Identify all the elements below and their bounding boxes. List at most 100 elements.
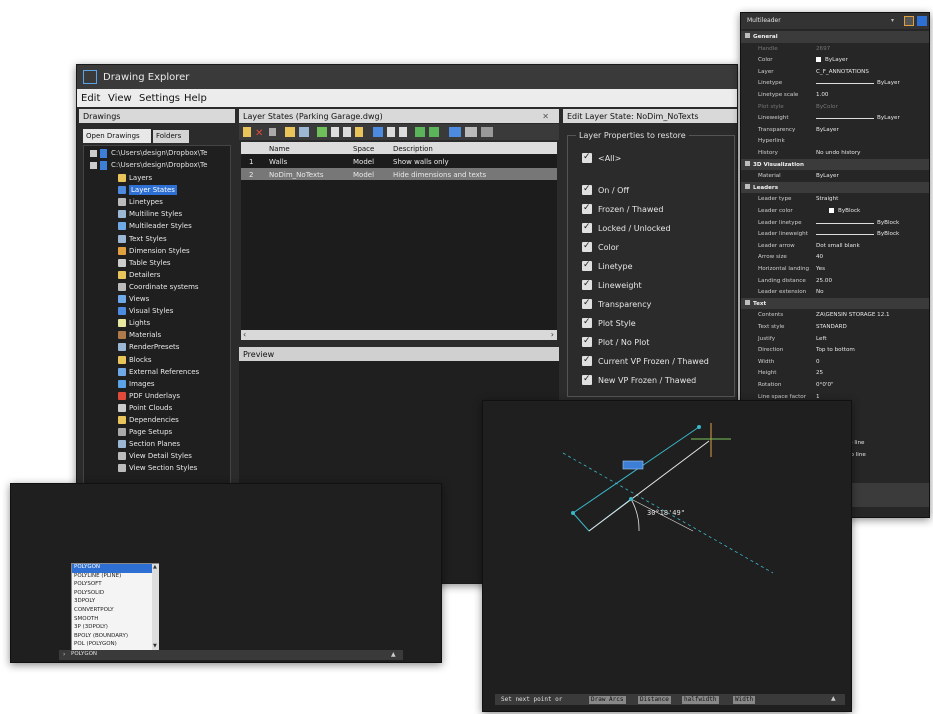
autocomplete-item[interactable]: POLYSOFT: [72, 581, 152, 590]
property-row[interactable]: Justify Left: [741, 333, 929, 345]
property-row[interactable]: Color ByLayer: [741, 54, 929, 66]
property-value[interactable]: 25: [816, 370, 823, 376]
property-value[interactable]: Straight: [816, 196, 838, 202]
col-description-header[interactable]: Description: [393, 145, 433, 153]
property-value[interactable]: ByLayer: [877, 80, 900, 86]
checkbox-box[interactable]: [582, 184, 592, 195]
property-value[interactable]: ByLayer: [816, 173, 839, 179]
scroll-up-icon[interactable]: ▲: [153, 564, 157, 570]
property-row[interactable]: Lineweight ByLayer: [741, 112, 929, 124]
property-value[interactable]: 1: [816, 394, 820, 400]
scroll-down-icon[interactable]: ▼: [153, 643, 157, 649]
autocomplete-item[interactable]: POLYLINE (PLINE): [72, 573, 152, 582]
option-draw-arcs[interactable]: Draw Arcs: [589, 696, 626, 704]
autocomplete-item[interactable]: POL (POLYGON): [72, 641, 152, 650]
property-row[interactable]: Handle 2697: [741, 43, 929, 55]
toolbar-icons[interactable]: ✕: [243, 125, 553, 139]
property-value[interactable]: Yes: [816, 266, 825, 272]
expand-icon[interactable]: [90, 162, 97, 169]
command-history-icon[interactable]: ▲: [831, 695, 836, 702]
property-value[interactable]: 1.00: [816, 92, 828, 98]
property-row[interactable]: History No undo history: [741, 147, 929, 159]
property-row[interactable]: Height 25: [741, 367, 929, 379]
option-distance[interactable]: Distance: [638, 696, 671, 704]
drawing-canvas[interactable]: 30°18'49": [483, 401, 853, 713]
property-row[interactable]: Arrow size 40: [741, 251, 929, 263]
scroll-right-icon[interactable]: ›: [551, 330, 554, 339]
grip-point[interactable]: [571, 511, 575, 515]
checkbox-box[interactable]: [582, 279, 592, 290]
collapse-icon[interactable]: [745, 183, 750, 189]
checkbox-box[interactable]: [582, 152, 592, 163]
property-row[interactable]: Hyperlink: [741, 135, 929, 147]
dropdown-chevron-icon[interactable]: ▾: [891, 17, 894, 24]
property-row[interactable]: Leader linetype ByBlock: [741, 217, 929, 229]
property-row[interactable]: Leader arrow Dot small blank: [741, 240, 929, 252]
property-value[interactable]: ByLayer: [825, 57, 848, 63]
property-row[interactable]: Transparency ByLayer: [741, 124, 929, 136]
property-row[interactable]: Leader lineweight ByBlock: [741, 228, 929, 240]
property-value[interactable]: 0: [816, 359, 820, 365]
property-value[interactable]: ByLayer: [877, 115, 900, 121]
drawing-viewport[interactable]: 30°18'49" Set next point or Draw Arcs Di…: [482, 400, 852, 712]
property-value[interactable]: No: [816, 289, 824, 295]
expand-icon[interactable]: [90, 150, 97, 157]
checkbox-box[interactable]: [582, 222, 592, 233]
property-value[interactable]: 0°0'0": [816, 382, 834, 388]
horizontal-scrollbar[interactable]: ‹ ›: [241, 330, 557, 340]
property-row[interactable]: Leader color ByBlock: [741, 205, 929, 217]
property-value[interactable]: ZA\GENSIN STORAGE 12.1: [816, 312, 890, 318]
dynamic-input-box[interactable]: [622, 460, 644, 470]
tab-open-drawings[interactable]: Open Drawings: [83, 129, 151, 143]
autocomplete-item[interactable]: POLYGON: [72, 564, 152, 573]
collapse-icon[interactable]: [745, 160, 750, 166]
close-icon[interactable]: ✕: [542, 112, 549, 121]
autocomplete-dropdown[interactable]: POLYGON POLYLINE (PLINE) POLYSOFT POLYSOLID…: [71, 563, 159, 651]
menu-help[interactable]: Help: [184, 93, 207, 104]
property-row[interactable]: Direction Top to bottom: [741, 344, 929, 356]
property-value[interactable]: 2697: [816, 46, 830, 52]
property-value[interactable]: Top to bottom: [816, 347, 855, 353]
option-width[interactable]: Width: [733, 696, 756, 704]
table-row-selected[interactable]: 2 NoDim_NoTexts Model Hide dimensions an…: [241, 168, 557, 180]
checkbox-box[interactable]: [582, 298, 592, 309]
property-row[interactable]: Layer C_F_ANNOTATIONS: [741, 66, 929, 78]
property-row[interactable]: Landing distance 25.00: [741, 275, 929, 287]
grip-point[interactable]: [697, 425, 701, 429]
property-row[interactable]: Leader type Straight: [741, 193, 929, 205]
checkbox-box[interactable]: [582, 203, 592, 214]
property-row[interactable]: Leader extension No: [741, 286, 929, 298]
checkbox-box[interactable]: [582, 336, 592, 347]
autocomplete-item[interactable]: BPOLY (BOUNDARY): [72, 633, 152, 642]
autocomplete-item[interactable]: 3DPOLY: [72, 598, 152, 607]
property-row[interactable]: Rotation 0°0'0": [741, 379, 929, 391]
property-section-header[interactable]: 3D Visualization: [741, 158, 929, 171]
command-input-value[interactable]: POLYGON: [71, 651, 97, 658]
property-row[interactable]: Linetype ByLayer: [741, 77, 929, 89]
property-section-header[interactable]: Text: [741, 297, 929, 310]
checkbox-box[interactable]: [582, 260, 592, 271]
property-value[interactable]: ByBlock: [877, 231, 899, 237]
command-history-icon[interactable]: ▲: [391, 651, 396, 658]
checkbox-box[interactable]: [582, 374, 592, 385]
table-row[interactable]: 1 Walls Model Show walls only: [241, 155, 557, 167]
checkbox-box[interactable]: [582, 241, 592, 252]
property-value[interactable]: ByBlock: [877, 220, 899, 226]
menu-edit[interactable]: Edit: [81, 93, 100, 104]
autocomplete-item[interactable]: POLYSOLID: [72, 590, 152, 599]
checkbox-box[interactable]: [582, 317, 592, 328]
toggle-pickadd-icon[interactable]: [917, 16, 927, 26]
grip-point[interactable]: [629, 497, 633, 501]
property-value[interactable]: 40: [816, 254, 823, 260]
collapse-icon[interactable]: [745, 33, 750, 38]
property-row[interactable]: Material ByLayer: [741, 170, 929, 182]
property-row[interactable]: Text style STANDARD: [741, 321, 929, 333]
property-row[interactable]: Contents ZA\GENSIN STORAGE 12.1: [741, 309, 929, 321]
tab-folders[interactable]: Folders: [153, 130, 189, 143]
menu-view[interactable]: View: [108, 93, 132, 104]
property-value[interactable]: C_F_ANNOTATIONS: [816, 69, 869, 75]
property-value[interactable]: ByLayer: [816, 127, 839, 133]
property-row[interactable]: Plot style ByColor: [741, 101, 929, 113]
property-value[interactable]: 25.00: [816, 278, 832, 284]
col-name-header[interactable]: Name: [269, 145, 290, 153]
